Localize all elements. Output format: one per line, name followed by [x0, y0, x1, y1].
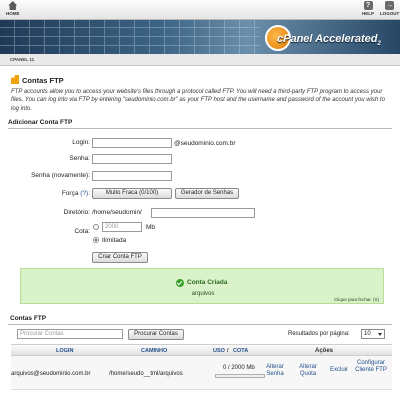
strength-help-link[interactable]: (?):	[80, 190, 90, 197]
per-page-label: Resultados por página:	[288, 331, 350, 337]
home-button[interactable]: HOME	[6, 1, 20, 16]
success-detail: arquivos	[191, 291, 215, 297]
breadcrumb[interactable]: CPANEL 11	[10, 57, 34, 62]
password-again-input[interactable]	[92, 171, 172, 181]
logout-button[interactable]: → LOGOUT	[380, 1, 399, 16]
logout-label: LOGOUT	[380, 11, 400, 16]
strength-label: Força (?):	[61, 190, 90, 197]
folder-icon	[11, 75, 19, 84]
close-message-link[interactable]: Clique para fechar. (X)	[334, 297, 379, 302]
home-label: HOME	[6, 11, 20, 16]
chevron-down-icon	[378, 333, 382, 336]
change-quota-link[interactable]: Alterar Quota	[295, 364, 321, 378]
domain-suffix: @seudominio.com.br	[174, 140, 236, 147]
col-path[interactable]: Caminho	[141, 348, 167, 354]
table-row: arquivos@seudominio.com.br /home/seudo__…	[11, 356, 392, 390]
help-label: HELP	[362, 11, 375, 16]
row-usage: 0 / 2000 Mb	[223, 365, 255, 371]
banner-decoration	[0, 20, 260, 54]
per-page-select[interactable]: 10	[361, 329, 385, 339]
usage-bar	[215, 374, 265, 378]
breadcrumb-bar: CPANEL 11	[0, 54, 400, 66]
help-button[interactable]: ? HELP	[362, 1, 374, 16]
header-banner: cPanel Accelerated2	[0, 20, 400, 54]
help-icon: ?	[363, 1, 373, 10]
intro-text: FTP accounts allow you to access your we…	[11, 89, 385, 112]
password-input[interactable]	[92, 154, 172, 164]
col-usage[interactable]: Uso	[213, 348, 225, 354]
change-password-link[interactable]: Alterar Senha	[262, 364, 288, 378]
quota-input[interactable]: 2000	[102, 222, 142, 232]
col-actions: Ações	[315, 348, 334, 354]
directory-input[interactable]	[151, 208, 255, 218]
main-content: Contas FTP FTP accounts allow you to acc…	[0, 66, 400, 407]
page-title: Contas FTP	[11, 75, 64, 85]
accounts-heading: Contas FTP	[10, 315, 47, 322]
quota-limited-radio[interactable]	[93, 224, 99, 230]
create-account-button[interactable]: Criar Conta FTP	[92, 252, 148, 263]
col-login[interactable]: Login	[56, 348, 73, 354]
password-again-label: Senha (novamente):	[31, 172, 90, 179]
password-strength-meter: Muito Fraca (0/100)	[92, 188, 172, 199]
quota-unit: Mb	[146, 224, 156, 231]
login-label: Login:	[72, 139, 90, 146]
directory-prefix: /home/seudomin/	[92, 209, 142, 216]
section-divider	[8, 128, 392, 129]
search-input[interactable]: Procurar Contas	[17, 329, 123, 339]
col-quota[interactable]: Cota	[233, 348, 248, 354]
cpanel-logo: cPanel Accelerated2	[277, 33, 381, 48]
delete-link[interactable]: Excluir	[327, 367, 351, 374]
directory-label: Diretório:	[63, 209, 90, 216]
add-account-heading: Adicionar Conta FTP	[8, 119, 73, 126]
login-input[interactable]	[92, 138, 172, 148]
password-generator-button[interactable]: Gerador de Senhas	[175, 188, 239, 199]
quota-unlimited-label: Ilimitada	[102, 237, 127, 244]
accounts-table-header: Login Caminho Uso / Cota Ações	[11, 344, 392, 356]
password-label: Senha:	[69, 155, 90, 162]
row-login: arquivos@seudominio.com.br	[11, 371, 91, 377]
success-message: Conta Criada arquivos Clique para fechar…	[20, 268, 384, 304]
quota-unlimited-radio[interactable]	[93, 237, 99, 243]
check-icon	[176, 279, 184, 287]
configure-client-link[interactable]: Configurar Cliente FTP	[351, 360, 391, 374]
search-button[interactable]: Procurar Contas	[128, 329, 184, 340]
success-title: Conta Criada	[187, 279, 228, 286]
quota-label: Cota:	[74, 228, 90, 235]
section-divider	[8, 324, 392, 325]
home-icon	[8, 1, 18, 10]
top-toolbar: HOME ? HELP → LOGOUT	[0, 0, 400, 20]
logout-icon: →	[385, 1, 395, 10]
row-path: /home/seudo__tml/arquivos	[109, 371, 183, 377]
